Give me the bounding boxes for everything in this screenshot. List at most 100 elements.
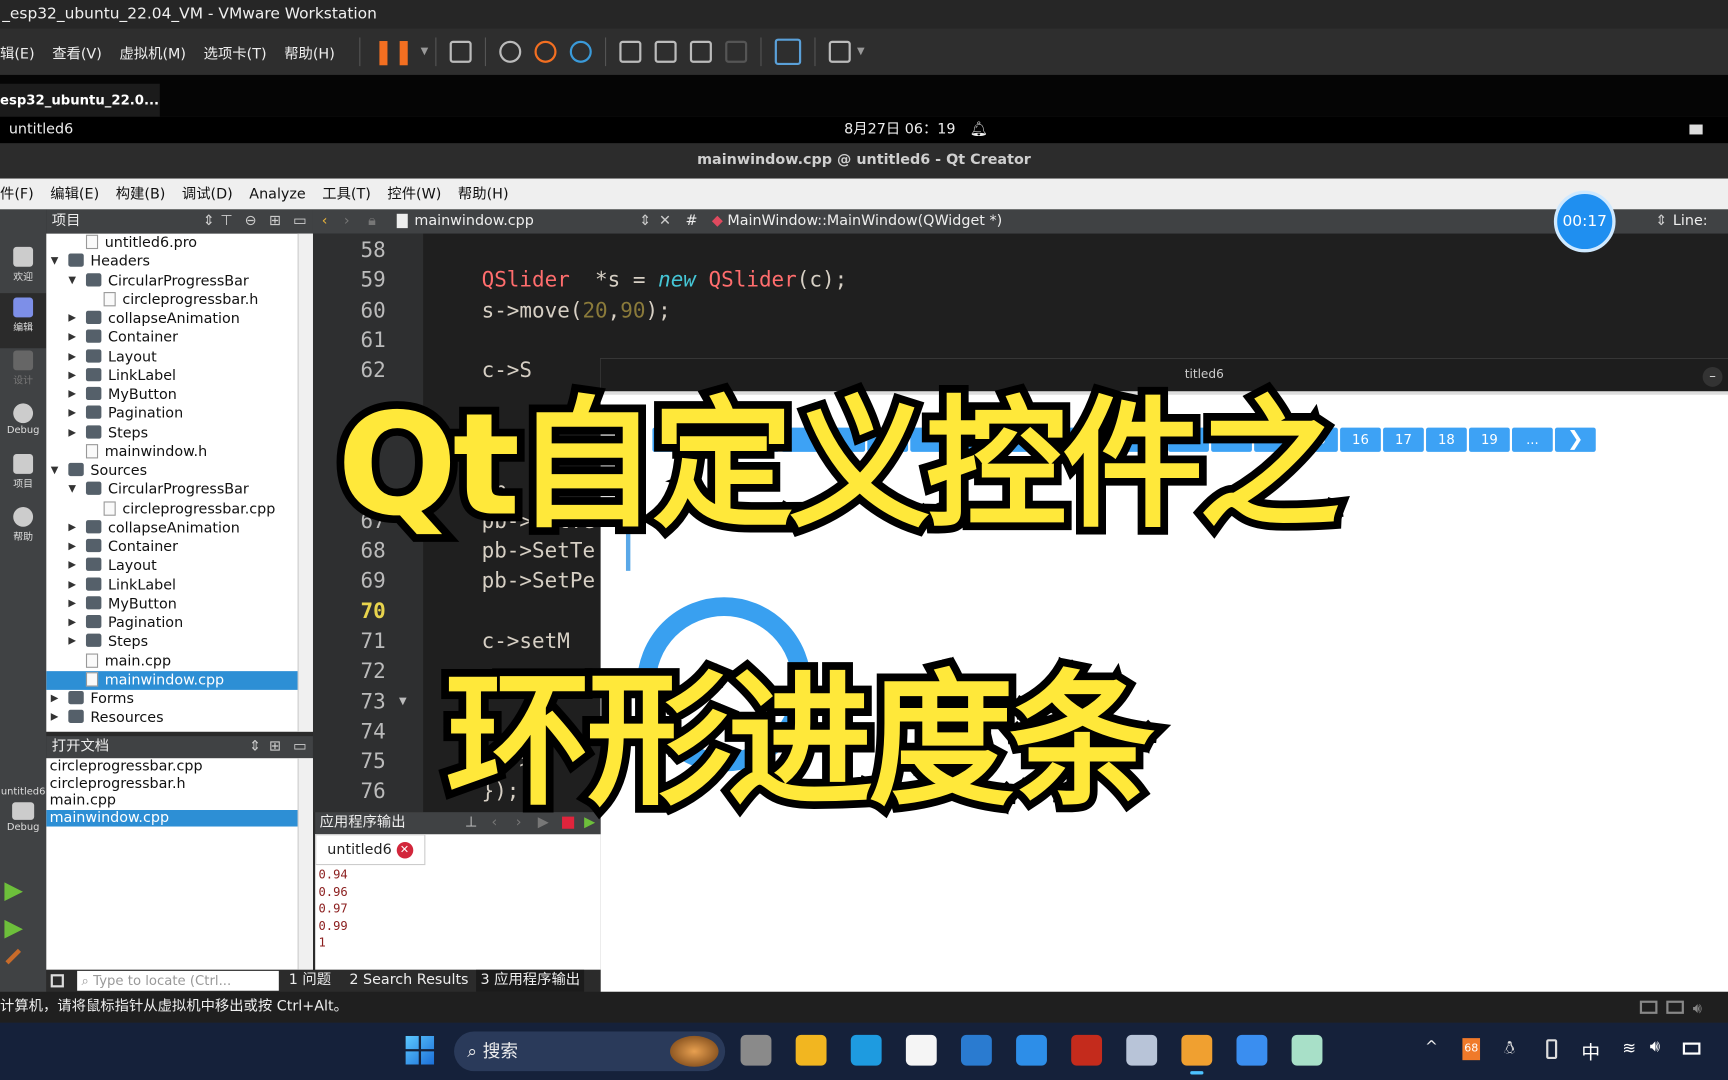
mode-edit[interactable]: 编辑	[0, 293, 47, 349]
tray-badge[interactable]: 68	[1462, 1038, 1481, 1061]
headphones-icon[interactable]	[1236, 1034, 1268, 1066]
tree-item[interactable]: untitled6.pro	[46, 234, 297, 253]
link-icon[interactable]: ⊖	[245, 209, 257, 233]
panel-title[interactable]: 项目	[52, 213, 81, 230]
remote-desktop-icon[interactable]	[1126, 1034, 1158, 1066]
run-icon[interactable]: ▶	[4, 877, 23, 905]
expanded-arrow-icon[interactable]: ▼	[51, 253, 62, 272]
tree-item[interactable]: ▶ Steps	[46, 633, 297, 652]
collapsed-arrow-icon[interactable]: ▶	[68, 405, 79, 424]
close-panel-icon[interactable]: ▭	[293, 736, 307, 758]
page-button[interactable]: 18	[1426, 427, 1467, 452]
tab-issues[interactable]: 1 问题	[289, 970, 331, 992]
tree-item[interactable]: circleprogressbar.h	[46, 291, 297, 310]
mode-projects[interactable]: 项目	[0, 450, 46, 505]
file-explorer-icon[interactable]	[795, 1034, 827, 1066]
tree-item[interactable]: ▶ collapseAnimation	[46, 310, 297, 329]
tree-item[interactable]: ▶ MyButton	[46, 595, 297, 614]
tree-item[interactable]: main.cpp	[46, 652, 297, 671]
debug-run-icon[interactable]: ▶	[4, 915, 23, 943]
qq-icon[interactable]: 🐧︎	[1504, 1037, 1515, 1061]
mode-welcome[interactable]: 欢迎	[0, 242, 46, 297]
collapsed-arrow-icon[interactable]: ▶	[68, 595, 79, 614]
app-icon[interactable]	[1291, 1034, 1323, 1066]
collapsed-arrow-icon[interactable]: ▶	[68, 367, 79, 386]
open-document[interactable]: circleprogressbar.h	[46, 775, 297, 792]
vscode-icon[interactable]	[1016, 1034, 1047, 1066]
tree-item[interactable]: ▶ Resources	[46, 709, 297, 728]
snapshot-icon[interactable]	[498, 40, 521, 63]
open-document[interactable]: circleprogressbar.cpp	[46, 758, 297, 775]
menu-edit[interactable]: 辑(E)	[0, 41, 35, 63]
tree-item[interactable]: ▼ Sources	[46, 462, 297, 481]
tab-search-results[interactable]: 2 Search Results	[349, 970, 468, 992]
dropdown-icon[interactable]: ⇕	[639, 209, 651, 233]
tree-item[interactable]: ▼ CircularProgressBar	[46, 481, 297, 500]
fold-arrow-icon[interactable]: ▼	[399, 696, 407, 707]
snapshot-manager-icon[interactable]	[569, 40, 592, 63]
tree-item[interactable]: circleprogressbar.cpp	[46, 500, 297, 519]
menu-view[interactable]: 查看(V)	[52, 41, 102, 63]
network-icon[interactable]	[1666, 1000, 1684, 1014]
scrollbar[interactable]	[297, 233, 313, 732]
page-button[interactable]: ❯	[1554, 427, 1596, 452]
split-icon[interactable]: ⊞	[269, 209, 281, 233]
collapsed-arrow-icon[interactable]: ▶	[68, 519, 79, 538]
expanded-arrow-icon[interactable]: ▼	[68, 272, 79, 291]
panel-title[interactable]: 打开文档	[52, 738, 109, 755]
tree-item[interactable]: ▶ Layout	[46, 348, 297, 367]
forward-icon[interactable]: ›	[344, 209, 350, 233]
page-button[interactable]: ...	[1511, 427, 1553, 452]
collapsed-arrow-icon[interactable]: ▶	[68, 310, 79, 329]
tray-overflow-icon[interactable]: ^	[1425, 1038, 1438, 1056]
minimize-button[interactable]: –	[1702, 366, 1723, 387]
sound-icon[interactable]: 🔊︎	[1693, 994, 1702, 1025]
page-button[interactable]: 16	[1340, 427, 1381, 452]
full-screen-icon[interactable]	[689, 40, 712, 63]
back-icon[interactable]: ‹	[322, 209, 328, 233]
tree-item[interactable]: ▶ LinkLabel	[46, 367, 297, 386]
menu-widgets[interactable]: 控件(W)	[387, 179, 441, 210]
output-tab[interactable]: untitled6 ✕	[315, 834, 426, 866]
menu-analyze[interactable]: Analyze	[249, 179, 305, 210]
settings-icon[interactable]	[960, 1034, 992, 1066]
mode-help[interactable]: 帮助	[0, 503, 46, 558]
collapsed-arrow-icon[interactable]: ▶	[68, 633, 79, 652]
tree-item[interactable]: ▶ Forms	[46, 690, 297, 709]
unity-icon[interactable]	[724, 40, 747, 63]
tree-item[interactable]: mainwindow.h	[46, 443, 297, 462]
locate-input[interactable]: ⌕ Type to locate (Ctrl...	[77, 970, 279, 991]
close-panel-icon[interactable]: ▭	[293, 209, 307, 233]
recording-timer[interactable]: 00:17	[1553, 190, 1616, 253]
open-document[interactable]: main.cpp	[46, 792, 297, 809]
tree-item[interactable]: mainwindow.cpp	[46, 670, 298, 690]
tree-item[interactable]: ▶ Layout	[46, 557, 297, 576]
filter-icon[interactable]: ⊤	[220, 209, 232, 233]
tree-item[interactable]: ▶ Steps	[46, 424, 297, 443]
open-document[interactable]: mainwindow.cpp	[46, 809, 298, 826]
volume-icon[interactable]: 🔊︎	[1650, 1036, 1660, 1056]
collapsed-arrow-icon[interactable]: ▶	[68, 557, 79, 576]
edge-icon[interactable]	[850, 1034, 882, 1066]
menu-tools[interactable]: 工具(T)	[322, 179, 371, 210]
build-hammer-icon[interactable]	[5, 948, 22, 965]
toggle-sidebar-icon[interactable]	[50, 974, 64, 988]
code-line[interactable]: pb->SetPe	[482, 569, 595, 593]
tree-item[interactable]: ▶ Container	[46, 538, 297, 557]
tree-item[interactable]: ▶ MyButton	[46, 386, 297, 405]
dropdown-icon[interactable]: ▼	[421, 46, 429, 57]
menu-debug[interactable]: 调试(D)	[182, 179, 233, 210]
tree-item[interactable]: ▼ CircularProgressBar	[46, 272, 297, 291]
dropdown-icon[interactable]: ▼	[857, 46, 865, 57]
stretch-icon[interactable]	[828, 40, 851, 63]
vmware-icon[interactable]	[1181, 1034, 1213, 1066]
close-file-icon[interactable]: ✕	[659, 209, 671, 233]
taskbar-search[interactable]: ⌕ 搜索	[454, 1031, 726, 1072]
page-button[interactable]: 17	[1383, 427, 1424, 452]
tab-app-output[interactable]: 3 应用程序输出	[476, 969, 585, 992]
phone-icon[interactable]	[1546, 1039, 1558, 1060]
scrollbar[interactable]	[297, 758, 313, 970]
bell-icon[interactable]: 🔔︎	[970, 117, 988, 143]
tree-item[interactable]: ▶ LinkLabel	[46, 576, 297, 595]
menu-edit[interactable]: 编辑(E)	[50, 179, 99, 210]
